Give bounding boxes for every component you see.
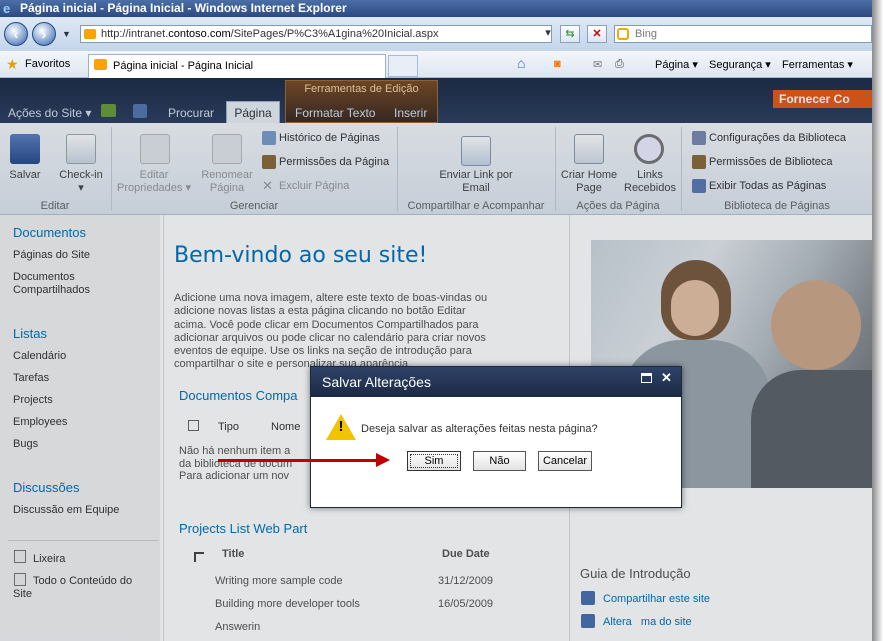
modal-overlay: [0, 78, 872, 641]
print-icon[interactable]: ⎙: [615, 58, 624, 71]
url-field[interactable]: http://intranet.contoso.com/SitePages/P%…: [80, 25, 552, 43]
stop-icon[interactable]: ✕: [587, 25, 607, 43]
maximize-icon[interactable]: [641, 373, 652, 383]
favorites-star-icon[interactable]: ★: [6, 57, 19, 71]
url-path: /SitePages/P%C3%A1gina%20Inicial.aspx: [230, 28, 439, 40]
warning-mark-icon: !: [338, 418, 344, 435]
annotation-arrow-icon: [376, 453, 390, 467]
tools-menu[interactable]: Ferramentas ▾: [782, 58, 853, 71]
refresh-icon[interactable]: ⇆: [560, 25, 580, 43]
history-dropdown-icon[interactable]: ▼: [62, 29, 71, 39]
dialog-message: Deseja salvar as alterações feitas nesta…: [361, 423, 598, 435]
tab-site-icon: [94, 59, 107, 70]
url-dropdown-icon[interactable]: ▾: [538, 25, 558, 43]
url-prefix: http://intranet.: [101, 28, 169, 40]
window-title: Página inicial - Página Inicial - Window…: [0, 0, 872, 17]
forward-icon[interactable]: ›: [32, 22, 56, 46]
url-host: contoso.com: [168, 28, 231, 40]
browser-tab[interactable]: Página inicial - Página Inicial: [88, 54, 386, 78]
search-input[interactable]: Bing: [614, 25, 872, 43]
page-menu-label: Página: [655, 59, 690, 71]
favorites-button[interactable]: Favoritos: [25, 58, 70, 70]
page-menu[interactable]: Página ▾: [655, 58, 698, 71]
cancel-button[interactable]: Cancelar: [538, 451, 592, 471]
ie-logo-icon: e: [3, 1, 11, 16]
new-tab-button[interactable]: [388, 55, 418, 77]
annotation-arrow-line: [218, 459, 378, 462]
screenshot-edge: [872, 0, 883, 641]
site-icon: [84, 29, 96, 39]
back-icon[interactable]: ‹: [4, 22, 28, 46]
tools-menu-label: Ferramentas: [782, 59, 845, 71]
security-menu-label: Segurança: [709, 59, 763, 71]
dialog-title: Salvar Alterações: [311, 367, 681, 397]
rss-icon[interactable]: ◙: [554, 58, 561, 70]
home-icon[interactable]: ⌂: [517, 55, 525, 71]
mail-icon[interactable]: ✉: [593, 58, 602, 71]
security-menu[interactable]: Segurança ▾: [709, 58, 771, 71]
close-icon[interactable]: ✕: [661, 370, 672, 386]
no-button[interactable]: Não: [473, 451, 526, 471]
bing-icon: [617, 28, 629, 40]
yes-button[interactable]: Sim: [407, 451, 461, 471]
